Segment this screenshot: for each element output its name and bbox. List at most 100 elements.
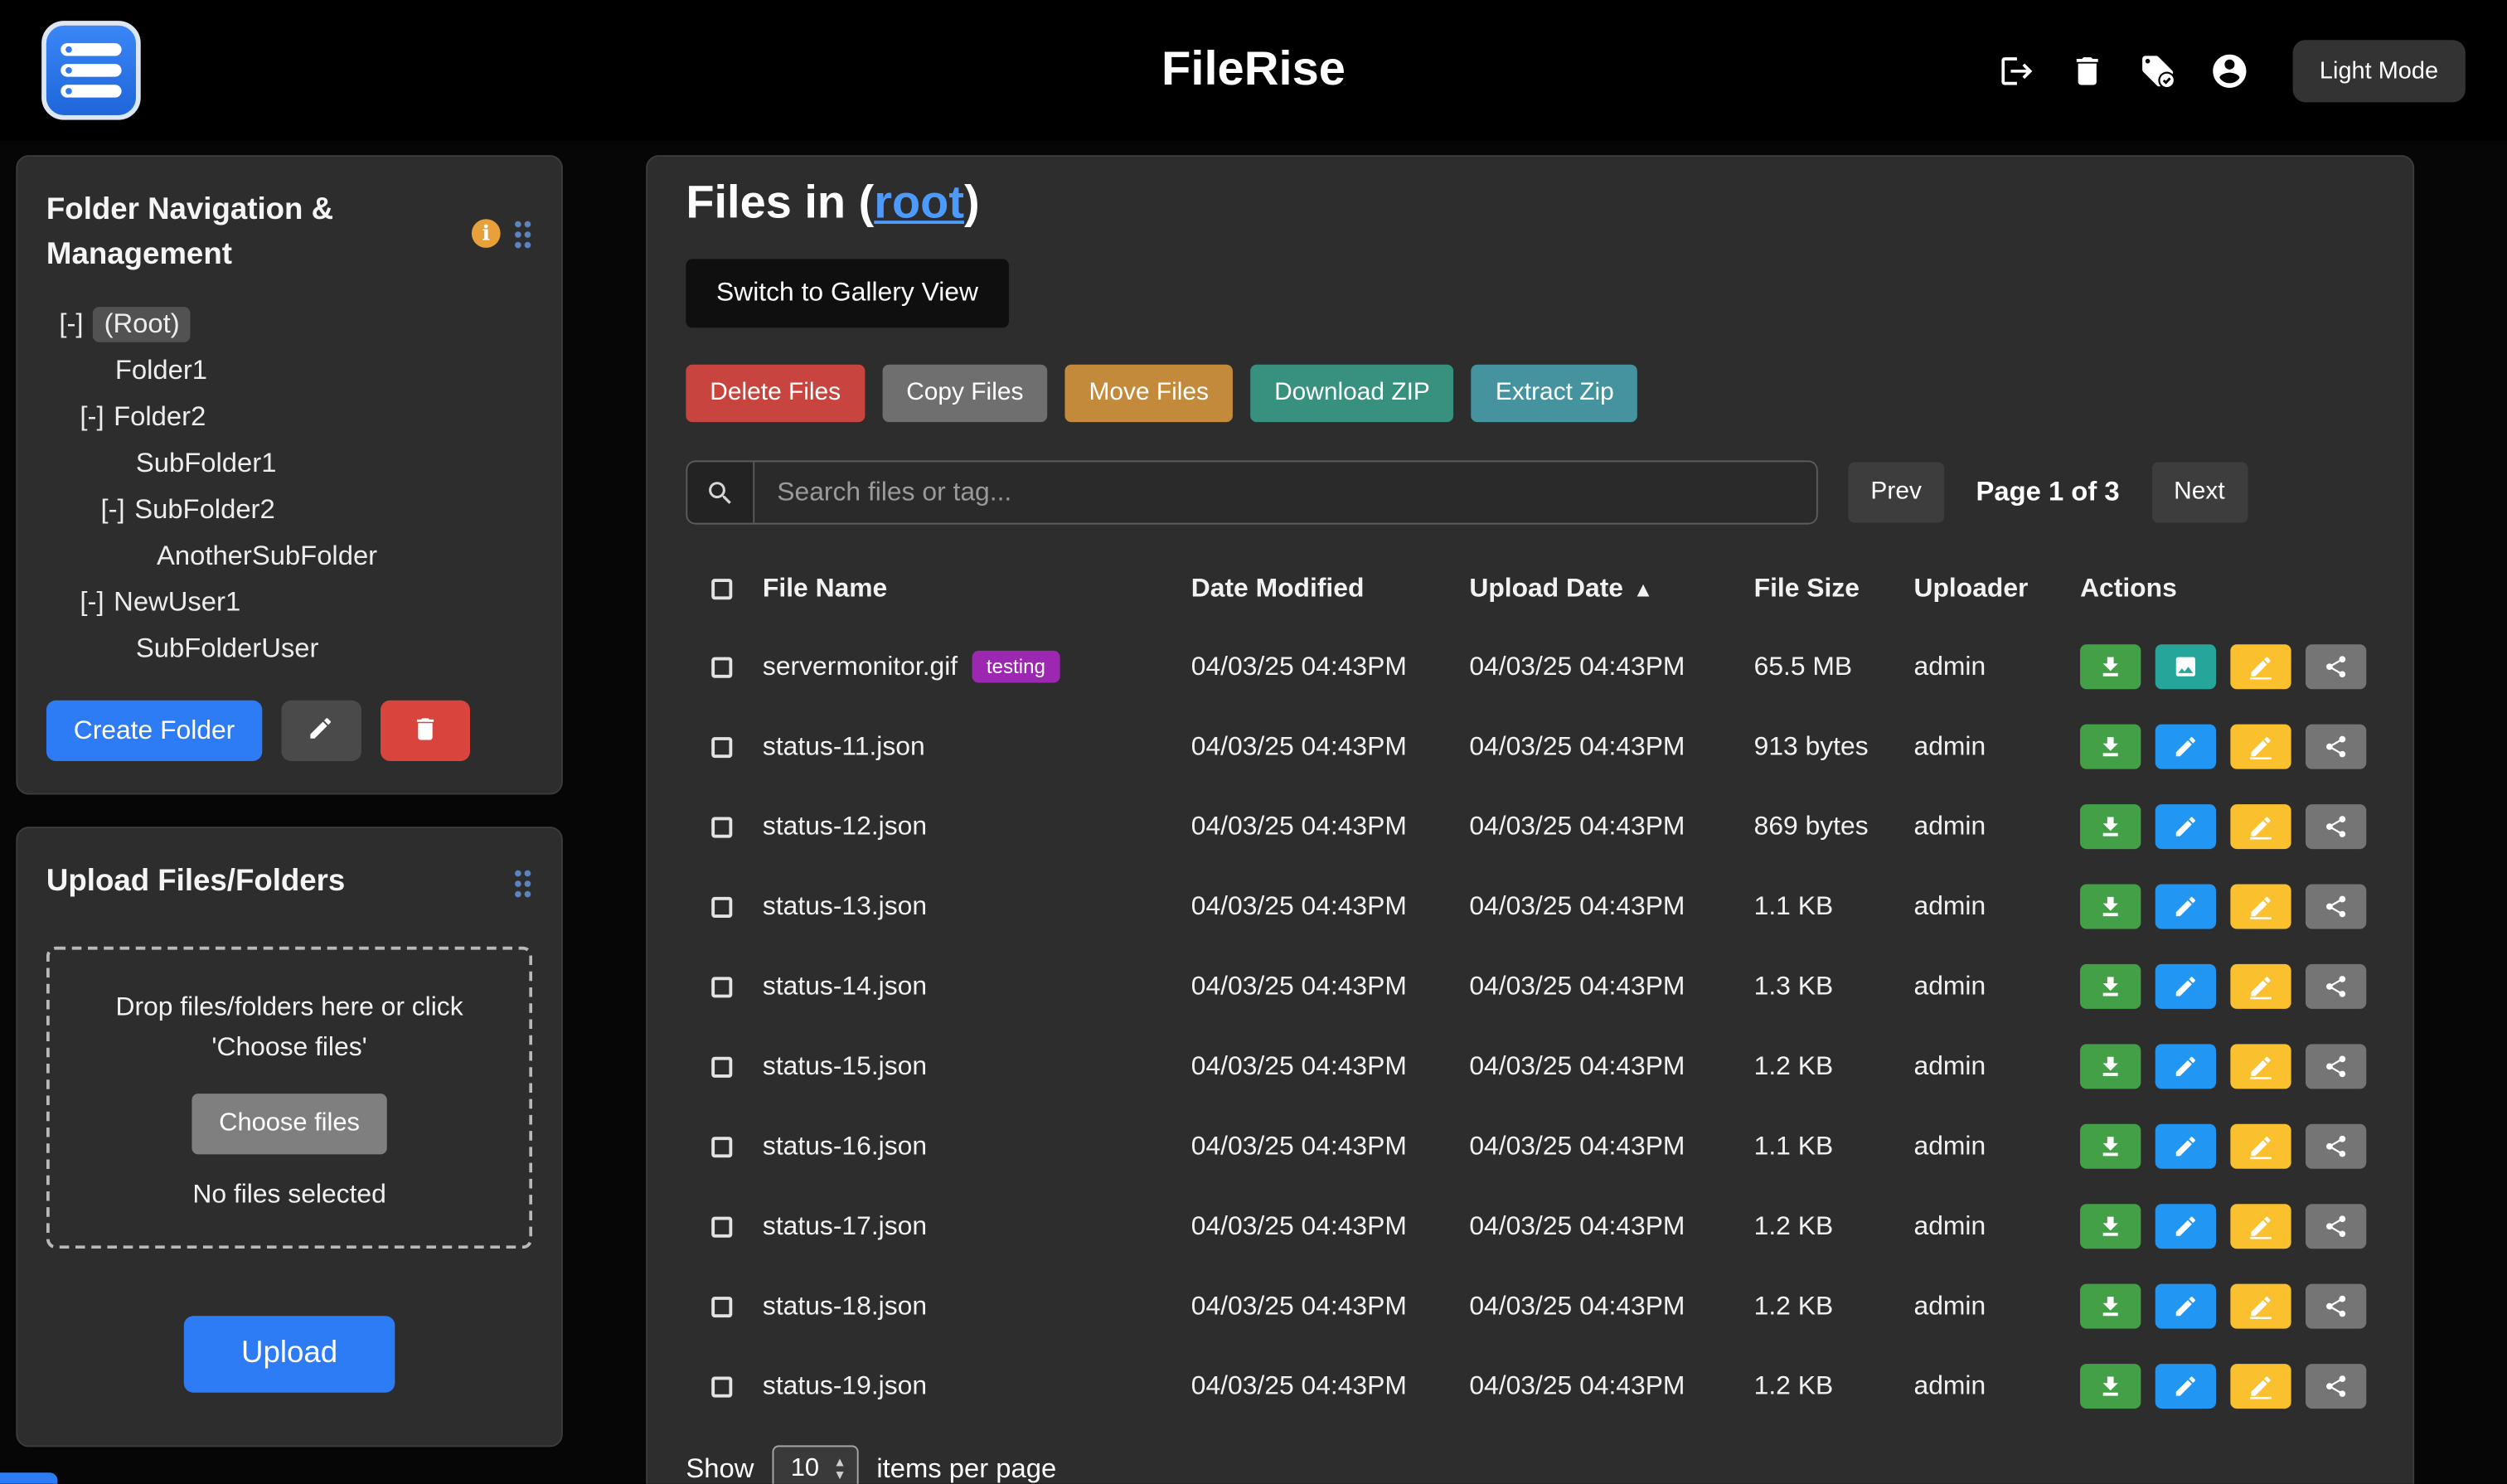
row-checkbox[interactable] [710,1136,731,1157]
rename-button[interactable] [2230,804,2291,849]
column-header-uploader[interactable]: Uploader [1914,573,2029,602]
share-button[interactable] [2306,885,2366,929]
logout-icon[interactable] [1998,52,2034,89]
tree-label[interactable]: Folder1 [115,354,207,386]
edit-button[interactable] [2155,725,2216,769]
file-name[interactable]: status-19.json [763,1371,927,1402]
copy-files-button[interactable]: Copy Files [882,365,1047,422]
drag-handle-icon[interactable] [513,218,532,249]
download-button[interactable] [2080,804,2141,849]
download-zip-button[interactable]: Download ZIP [1250,365,1454,422]
tree-label[interactable]: SubFolderUser [136,633,318,665]
row-checkbox[interactable] [710,817,731,837]
tree-item-folder1[interactable]: Folder1 [46,347,532,393]
prev-page-button[interactable]: Prev [1848,462,1943,522]
tree-label[interactable]: Folder2 [114,400,206,433]
rename-button[interactable] [2230,1284,2291,1329]
edit-button[interactable] [2155,1364,2216,1409]
share-button[interactable] [2306,1364,2366,1409]
edit-button[interactable] [2155,804,2216,849]
create-folder-button[interactable]: Create Folder [46,701,262,761]
tag-icon[interactable] [2139,52,2175,89]
tree-item-subfolder1[interactable]: SubFolder1 [46,439,532,486]
share-button[interactable] [2306,1284,2366,1329]
edit-button[interactable] [2155,1044,2216,1089]
rename-button[interactable] [2230,1044,2291,1089]
share-button[interactable] [2306,1124,2366,1169]
column-header-file-size[interactable]: File Size [1754,573,1860,602]
file-name[interactable]: status-15.json [763,1051,927,1082]
search-input[interactable] [754,462,1816,522]
tree-label[interactable]: (Root) [93,306,191,341]
download-button[interactable] [2080,1284,2141,1329]
next-page-button[interactable]: Next [2151,462,2247,522]
tree-collapse-toggle[interactable]: [-] [100,493,124,526]
tree-item-anothersubfolder[interactable]: AnotherSubFolder [46,532,532,579]
row-checkbox[interactable] [710,657,731,677]
share-button[interactable] [2306,964,2366,1009]
download-button[interactable] [2080,725,2141,769]
tree-collapse-toggle[interactable]: [-] [80,586,104,618]
file-name[interactable]: status-14.json [763,972,927,1002]
rename-button[interactable] [2230,1204,2291,1249]
file-name[interactable]: status-12.json [763,812,927,842]
select-all-checkbox[interactable] [710,578,731,599]
column-header-actions[interactable]: Actions [2080,573,2177,602]
upload-button[interactable]: Upload [184,1316,395,1393]
switch-gallery-button[interactable]: Switch to Gallery View [686,259,1008,327]
rename-button[interactable] [2230,725,2291,769]
row-checkbox[interactable] [710,736,731,757]
delete-folder-button[interactable] [381,701,470,761]
download-button[interactable] [2080,644,2141,689]
share-button[interactable] [2306,1044,2366,1089]
edit-button[interactable] [2155,964,2216,1009]
edit-button[interactable] [2155,1284,2216,1329]
rename-button[interactable] [2230,1124,2291,1169]
column-header-date-modified[interactable]: Date Modified [1191,573,1365,602]
edit-button[interactable] [2155,885,2216,929]
tree-item-subfolder2[interactable]: [-] SubFolder2 [46,486,532,532]
tree-item-newuser1[interactable]: [-] NewUser1 [46,579,532,625]
tree-label[interactable]: SubFolder2 [134,493,275,526]
download-button[interactable] [2080,1364,2141,1409]
extract-zip-button[interactable]: Extract Zip [1472,365,1638,422]
tree-item-subfolderuser[interactable]: SubFolderUser [46,625,532,672]
column-header-upload-date[interactable]: Upload Date [1469,573,1623,602]
tree-label[interactable]: AnotherSubFolder [157,540,377,572]
download-button[interactable] [2080,1044,2141,1089]
tree-collapse-toggle[interactable]: [-] [59,308,83,340]
delete-files-button[interactable]: Delete Files [686,365,865,422]
download-button[interactable] [2080,964,2141,1009]
file-name[interactable]: status-13.json [763,891,927,922]
choose-files-button[interactable]: Choose files [192,1094,386,1154]
row-checkbox[interactable] [710,1296,731,1317]
share-button[interactable] [2306,1204,2366,1249]
tree-label[interactable]: SubFolder1 [136,447,277,479]
tree-item-folder2[interactable]: [-] Folder2 [46,393,532,439]
file-name[interactable]: status-18.json [763,1291,927,1322]
download-button[interactable] [2080,885,2141,929]
root-link[interactable]: root [874,177,964,229]
app-logo-icon[interactable] [41,21,141,120]
rename-button[interactable] [2230,1364,2291,1409]
rename-folder-button[interactable] [281,701,361,761]
rename-button[interactable] [2230,964,2291,1009]
share-button[interactable] [2306,725,2366,769]
rename-button[interactable] [2230,644,2291,689]
tree-collapse-toggle[interactable]: [-] [80,400,104,433]
drag-handle-icon[interactable] [513,867,532,898]
file-name[interactable]: status-16.json [763,1131,927,1161]
column-header-file-name[interactable]: File Name [763,573,887,602]
tree-item-root[interactable]: [-] (Root) [46,301,532,347]
tree-label[interactable]: NewUser1 [114,586,240,618]
dropzone[interactable]: Drop files/folders here or click 'Choose… [46,947,532,1249]
light-mode-button[interactable]: Light Mode [2292,39,2466,101]
info-icon[interactable]: i [472,219,501,248]
file-name[interactable]: servermonitor.gif [763,652,958,682]
rename-button[interactable] [2230,885,2291,929]
row-checkbox[interactable] [710,1216,731,1237]
download-button[interactable] [2080,1204,2141,1249]
edit-button[interactable] [2155,1204,2216,1249]
account-icon[interactable] [2209,51,2249,90]
row-checkbox[interactable] [710,896,731,917]
